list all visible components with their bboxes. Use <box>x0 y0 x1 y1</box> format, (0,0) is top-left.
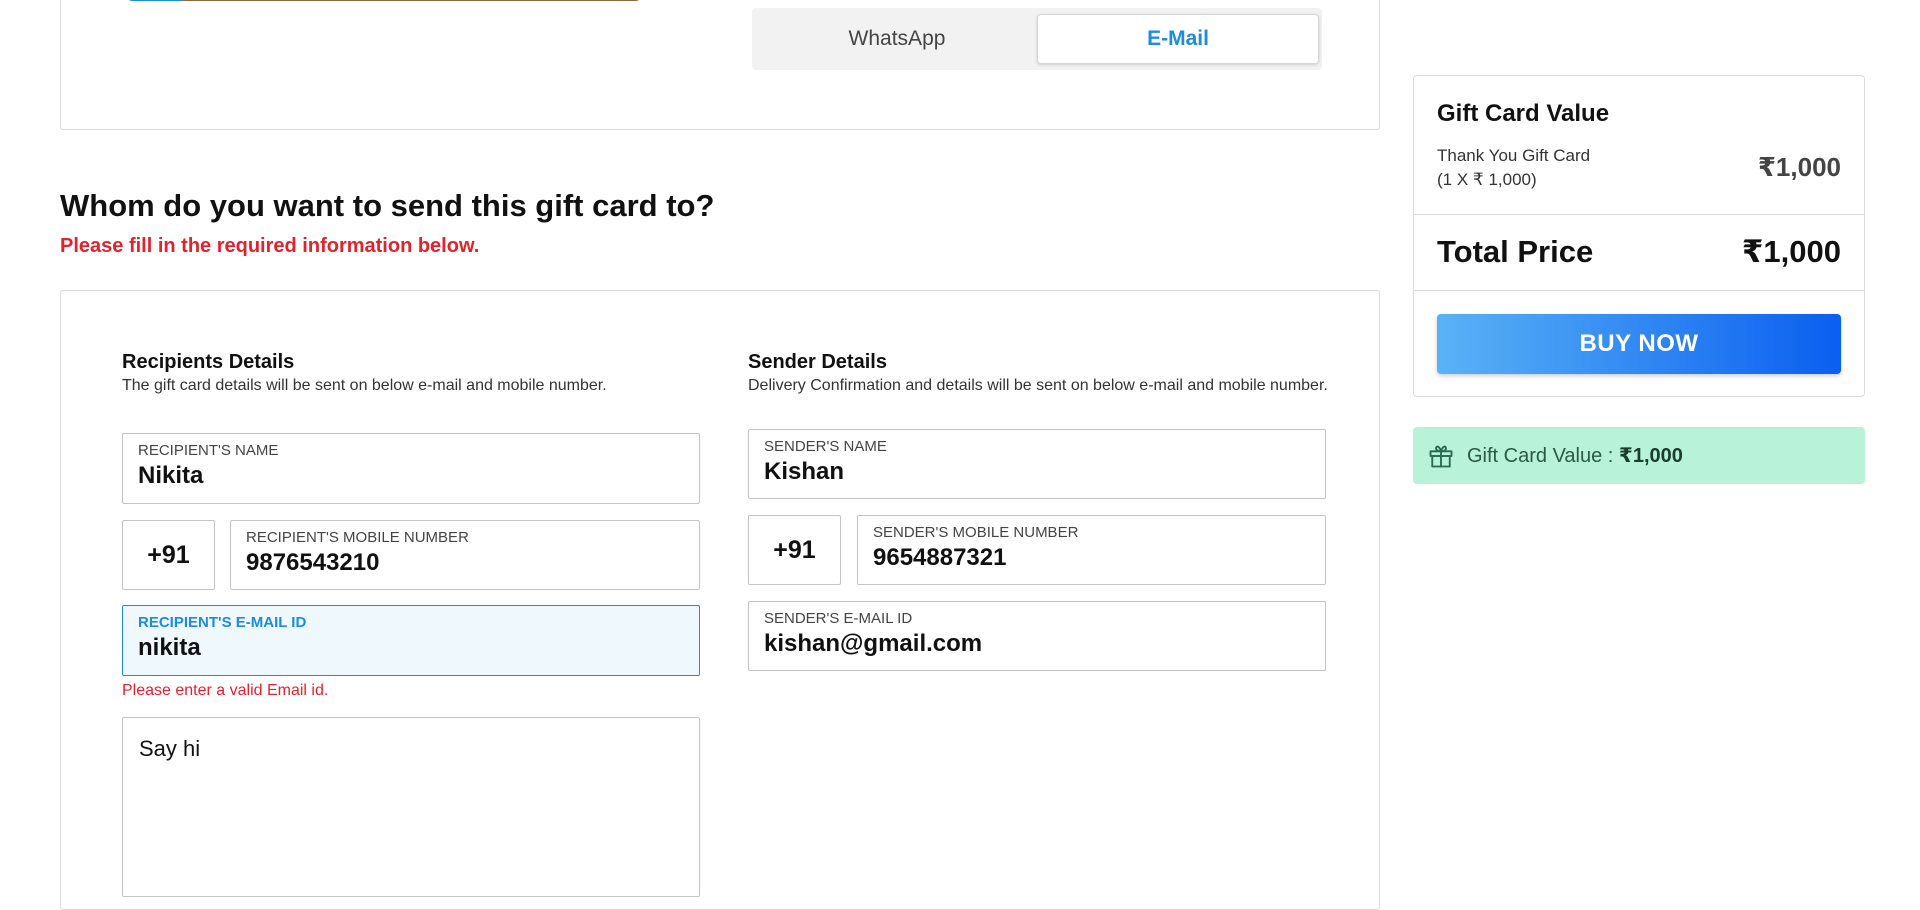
buy-now-button[interactable]: BUY NOW <box>1437 314 1841 374</box>
summary-item-name: Thank You Gift Card <box>1437 146 1591 165</box>
recipient-section-desc: The gift card details will be sent on be… <box>122 377 607 394</box>
sender-mobile-field[interactable]: SENDER'S MOBILE NUMBER 9654887321 <box>857 515 1326 585</box>
sender-name-field[interactable]: SENDER'S NAME Kishan <box>748 429 1326 499</box>
summary-divider <box>1413 214 1865 215</box>
summary-item-qty: (1 X ₹ 1,000) <box>1437 170 1537 189</box>
recipient-section-title: Recipients Details <box>122 351 295 373</box>
tab-whatsapp[interactable]: WhatsApp <box>756 14 1038 64</box>
recipient-mobile-value: 9876543210 <box>246 549 380 576</box>
recipient-mobile-field[interactable]: RECIPIENT'S MOBILE NUMBER 9876543210 <box>230 520 700 590</box>
gift-card-image <box>124 0 644 1</box>
sender-country-code[interactable]: +91 <box>748 515 841 585</box>
gift-card-value-label: Gift Card Value : <box>1467 445 1614 467</box>
sender-name-value: Kishan <box>764 458 845 485</box>
delivery-channel-toggle: WhatsApp E-Mail <box>752 8 1322 70</box>
summary-divider <box>1413 290 1865 291</box>
sender-mobile-value: 9654887321 <box>873 544 1007 571</box>
recipient-email-label: RECIPIENT'S E-MAIL ID <box>138 614 307 631</box>
sender-email-field[interactable]: SENDER'S E-MAIL ID kishan@gmail.com <box>748 601 1326 671</box>
recipient-mobile-label: RECIPIENT'S MOBILE NUMBER <box>246 529 469 546</box>
sender-email-label: SENDER'S E-MAIL ID <box>764 610 913 627</box>
page-title: Whom do you want to send this gift card … <box>60 188 715 223</box>
sender-section-desc: Delivery Confirmation and details will b… <box>748 377 1328 394</box>
sender-section-title: Sender Details <box>748 351 887 373</box>
gift-icon <box>1429 445 1453 468</box>
total-price-label: Total Price <box>1437 234 1594 269</box>
required-info-notice: Please fill in the required information … <box>60 235 480 257</box>
gift-message-textarea[interactable]: Say hi <box>122 717 700 897</box>
recipient-email-error: Please enter a valid Email id. <box>122 682 329 699</box>
sender-mobile-label: SENDER'S MOBILE NUMBER <box>873 524 1079 541</box>
summary-item-price: ₹1,000 <box>1757 152 1841 182</box>
recipient-name-field[interactable]: RECIPIENT'S NAME Nikita <box>122 433 700 504</box>
sender-name-label: SENDER'S NAME <box>764 438 887 455</box>
gift-message-text: Say hi <box>139 736 201 761</box>
recipient-name-value: Nikita <box>138 462 204 489</box>
summary-title: Gift Card Value <box>1437 100 1610 127</box>
gift-card-value-banner: Gift Card Value : ₹1,000 <box>1413 427 1865 484</box>
tab-email[interactable]: E-Mail <box>1037 14 1319 64</box>
gift-card-value-amount: ₹1,000 <box>1618 445 1683 467</box>
recipient-name-label: RECIPIENT'S NAME <box>138 442 279 459</box>
sender-email-value: kishan@gmail.com <box>764 630 983 657</box>
recipient-email-field[interactable]: RECIPIENT'S E-MAIL ID nikita <box>122 605 700 676</box>
total-price-value: ₹1,000 <box>1741 234 1841 269</box>
recipient-email-value: nikita <box>138 634 201 661</box>
recipient-country-code[interactable]: +91 <box>122 520 215 590</box>
gift-card-value-text: Gift Card Value : ₹1,000 <box>1467 443 1683 468</box>
